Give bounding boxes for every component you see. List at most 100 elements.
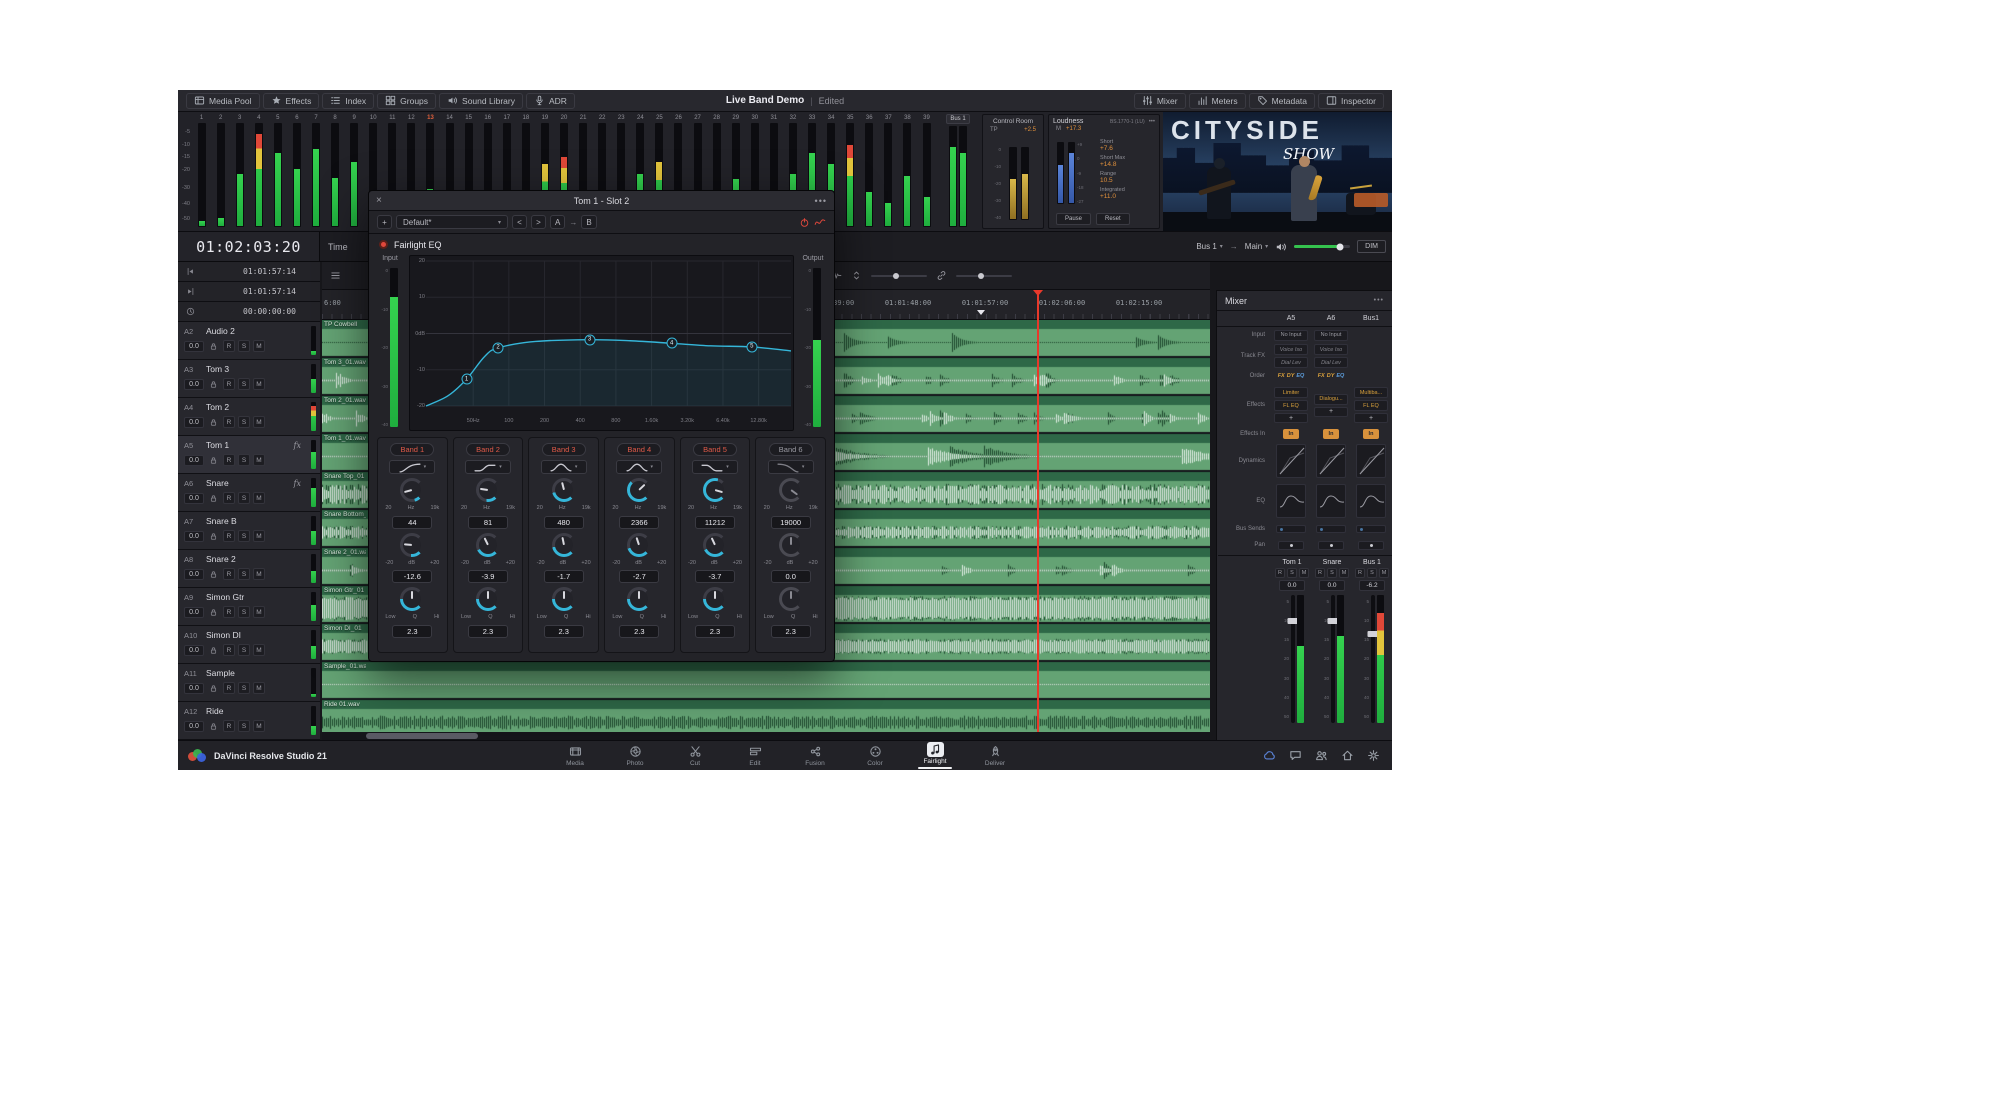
effect-slot[interactable]: FL EQ xyxy=(1354,400,1388,411)
eq-band-q-knob[interactable] xyxy=(552,587,576,611)
eq-band-gain-value[interactable]: -12.6 xyxy=(392,570,432,583)
track-fx-chip[interactable]: Dial Lev xyxy=(1314,357,1348,368)
track-header-a6[interactable]: A6Snarefx0.0RSM xyxy=(178,474,320,512)
track-m-button[interactable]: M xyxy=(253,682,265,694)
eq-band-enable-button[interactable]: Band 2 xyxy=(466,443,510,456)
strip-fader-value[interactable]: -6.2 xyxy=(1359,580,1385,591)
timecode-field[interactable]: 00:00:00:00 xyxy=(178,302,320,322)
lock-icon[interactable] xyxy=(209,570,218,579)
eq-graph-thumb[interactable] xyxy=(1356,484,1386,518)
eq-band-gain-knob[interactable] xyxy=(703,533,727,557)
page-tab-edit[interactable]: Edit xyxy=(733,744,777,767)
eq-band-handle[interactable]: 2 xyxy=(493,342,504,353)
track-m-button[interactable]: M xyxy=(253,530,265,542)
eq-band-shape-select[interactable]: ▾ xyxy=(692,460,738,474)
lock-icon[interactable] xyxy=(209,646,218,655)
next-preset-button[interactable]: > xyxy=(531,215,546,229)
page-tab-photo[interactable]: Photo xyxy=(613,744,657,767)
timecode-field[interactable]: 01:01:57:14 xyxy=(178,282,320,302)
track-s-button[interactable]: S xyxy=(238,720,250,732)
strip-m-button[interactable]: M xyxy=(1299,568,1309,578)
track-r-button[interactable]: R xyxy=(223,530,235,542)
settings-icon[interactable] xyxy=(1367,749,1380,762)
eq-band-frequency-knob[interactable] xyxy=(476,478,500,502)
strip-r-button[interactable]: R xyxy=(1315,568,1325,578)
eq-band-gain-value[interactable]: -2.7 xyxy=(619,570,659,583)
track-r-button[interactable]: R xyxy=(223,720,235,732)
eq-frequency-graph[interactable]: 20100dB-10-2050Hz1002004008001.60k3.20k6… xyxy=(409,255,794,431)
track-header-a7[interactable]: A7Snare B0.0RSM xyxy=(178,512,320,550)
track-volume-value[interactable]: 0.0 xyxy=(184,455,204,466)
effect-slot[interactable]: Multiba... xyxy=(1354,387,1388,398)
updown-icon[interactable] xyxy=(851,270,862,281)
track-volume-value[interactable]: 0.0 xyxy=(184,379,204,390)
toolbar-button-groups[interactable]: Groups xyxy=(377,93,436,109)
track-m-button[interactable]: M xyxy=(253,416,265,428)
track-header-a3[interactable]: A3Tom 30.0RSM xyxy=(178,360,320,398)
timecode-field[interactable]: 01:01:57:14 xyxy=(178,262,320,282)
effect-slot[interactable]: FL EQ xyxy=(1274,400,1308,411)
toolbar-button-metadata[interactable]: Metadata xyxy=(1249,93,1315,109)
track-m-button[interactable]: M xyxy=(253,644,265,656)
list-icon[interactable] xyxy=(330,270,341,281)
track-volume-value[interactable]: 0.0 xyxy=(184,531,204,542)
strip-fader[interactable] xyxy=(1291,595,1295,723)
track-s-button[interactable]: S xyxy=(238,340,250,352)
eq-band-handle[interactable]: 3 xyxy=(584,334,595,345)
track-volume-value[interactable]: 0.0 xyxy=(184,645,204,656)
eq-graph-thumb[interactable] xyxy=(1316,484,1346,518)
track-s-button[interactable]: S xyxy=(238,416,250,428)
track-r-button[interactable]: R xyxy=(223,682,235,694)
eq-band-handle[interactable]: 4 xyxy=(666,338,677,349)
playhead-handle[interactable] xyxy=(1033,290,1043,296)
track-header-a9[interactable]: A9Simon Gtr0.0RSM xyxy=(178,588,320,626)
track-s-button[interactable]: S xyxy=(238,378,250,390)
track-m-button[interactable]: M xyxy=(253,606,265,618)
track-s-button[interactable]: S xyxy=(238,530,250,542)
strip-s-button[interactable]: S xyxy=(1327,568,1337,578)
effect-slot[interactable]: Dialogu... xyxy=(1314,394,1348,405)
bus-send-slot[interactable] xyxy=(1356,525,1386,533)
track-volume-value[interactable]: 0.0 xyxy=(184,683,204,694)
eq-band-frequency-knob[interactable] xyxy=(400,478,424,502)
order-chips[interactable]: FXDYEQ xyxy=(1278,373,1305,379)
eq-band-q-value[interactable]: 2.3 xyxy=(544,625,584,638)
eq-band-q-value[interactable]: 2.3 xyxy=(771,625,811,638)
eq-band-gain-knob[interactable] xyxy=(779,533,803,557)
strip-fader[interactable] xyxy=(1371,595,1375,723)
track-m-button[interactable]: M xyxy=(253,378,265,390)
add-effect-button[interactable]: + xyxy=(1354,413,1388,423)
toolbar-button-inspector[interactable]: Inspector xyxy=(1318,93,1384,109)
track-volume-value[interactable]: 0.0 xyxy=(184,569,204,580)
eq-band-gain-knob[interactable] xyxy=(552,533,576,557)
eq-band-gain-value[interactable]: -1.7 xyxy=(544,570,584,583)
strip-fader[interactable] xyxy=(1331,595,1335,723)
strip-fader-value[interactable]: 0.0 xyxy=(1319,580,1345,591)
track-r-button[interactable]: R xyxy=(223,416,235,428)
previous-preset-button[interactable]: < xyxy=(512,215,527,229)
eq-band-gain-knob[interactable] xyxy=(400,533,424,557)
reset-button[interactable]: Reset xyxy=(1096,213,1130,225)
eq-band-frequency-value[interactable]: 44 xyxy=(392,516,432,529)
effects-in-toggle[interactable]: In xyxy=(1323,429,1339,439)
page-tab-deliver[interactable]: Deliver xyxy=(973,744,1017,767)
lock-icon[interactable] xyxy=(209,342,218,351)
bus-send-slot[interactable] xyxy=(1316,525,1346,533)
track-r-button[interactable]: R xyxy=(223,568,235,580)
spline-curve-icon[interactable] xyxy=(814,216,826,228)
track-r-button[interactable]: R xyxy=(223,644,235,656)
eq-band-enable-button[interactable]: Band 5 xyxy=(693,443,737,456)
pan-control[interactable] xyxy=(1358,541,1384,550)
overflow-menu-icon[interactable]: ••• xyxy=(1374,297,1384,304)
strip-s-button[interactable]: S xyxy=(1287,568,1297,578)
track-header-a2[interactable]: A2Audio 20.0RSM xyxy=(178,322,320,360)
eq-band-q-value[interactable]: 2.3 xyxy=(468,625,508,638)
eq-band-q-value[interactable]: 2.3 xyxy=(695,625,735,638)
eq-band-enable-button[interactable]: Band 1 xyxy=(390,443,434,456)
eq-band-shape-select[interactable]: ▾ xyxy=(768,460,814,474)
dynamics-graph[interactable] xyxy=(1356,444,1386,478)
eq-band-shape-select[interactable]: ▾ xyxy=(541,460,587,474)
toolbar-button-mixer[interactable]: Mixer xyxy=(1134,93,1186,109)
track-header-a4[interactable]: A4Tom 20.0RSM xyxy=(178,398,320,436)
monitor-bus-select[interactable]: Bus 1▾ xyxy=(1196,242,1222,251)
